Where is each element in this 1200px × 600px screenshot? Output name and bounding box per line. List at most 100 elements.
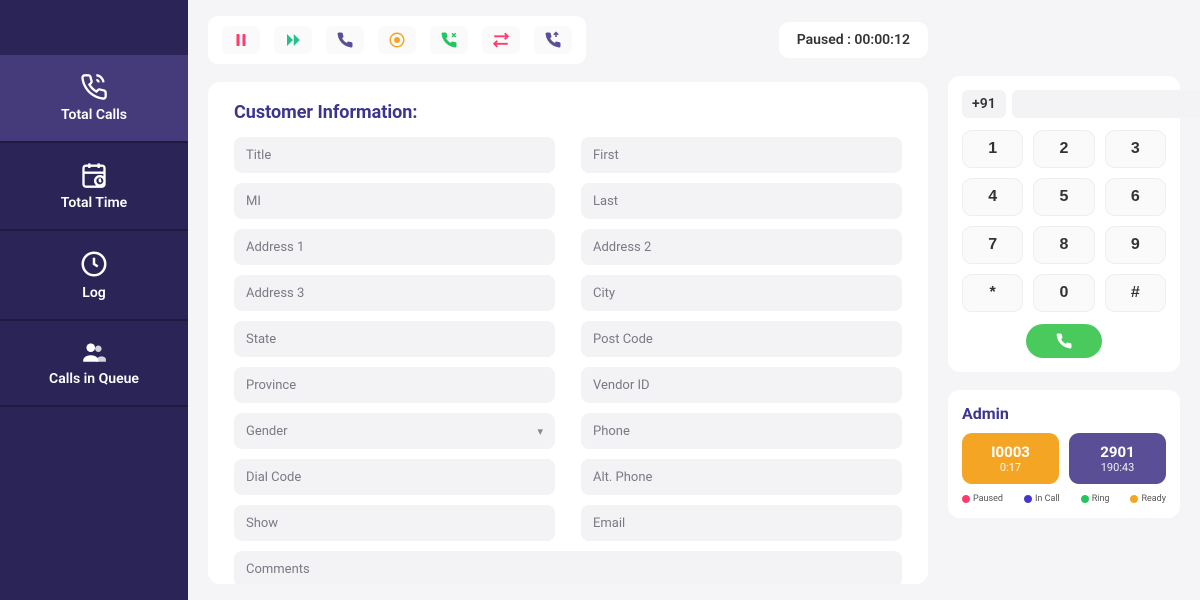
label-vendor-id: Vendor ID xyxy=(593,378,890,393)
dial-key-9[interactable]: 9 xyxy=(1105,226,1166,264)
label-address3: Address 3 xyxy=(246,286,543,301)
dial-key-1[interactable]: 1 xyxy=(962,130,1023,168)
field-dial-code[interactable]: Dial Code xyxy=(234,459,555,495)
incoming-button[interactable] xyxy=(534,26,572,54)
field-vendor-id[interactable]: Vendor ID xyxy=(581,367,902,403)
dialpad: +91 1 2 3 4 5 6 7 8 9 * 0 # xyxy=(948,76,1180,372)
legend-label: In Call xyxy=(1035,494,1060,504)
field-gender[interactable]: Gender▾ xyxy=(234,413,555,449)
legend-incall: In Call xyxy=(1024,494,1060,504)
sidebar-item-log[interactable]: Log xyxy=(0,231,188,321)
dial-grid: 1 2 3 4 5 6 7 8 9 * 0 # xyxy=(962,130,1166,312)
field-address2[interactable]: Address 2 xyxy=(581,229,902,265)
field-province[interactable]: Province xyxy=(234,367,555,403)
field-state[interactable]: State xyxy=(234,321,555,357)
toolbar-row: Paused : 00:00:12 xyxy=(208,16,928,64)
dial-key-0[interactable]: 0 xyxy=(1033,274,1094,312)
sidebar-item-calls-in-queue[interactable]: Calls in Queue xyxy=(0,321,188,407)
label-first: First xyxy=(593,148,890,163)
label-phone: Phone xyxy=(593,424,890,439)
dial-input-row: +91 xyxy=(962,90,1166,118)
label-dial-code: Dial Code xyxy=(246,470,543,485)
dial-key-7[interactable]: 7 xyxy=(962,226,1023,264)
label-mi: MI xyxy=(246,194,543,209)
field-phone[interactable]: Phone xyxy=(581,413,902,449)
transfer-button[interactable] xyxy=(326,26,364,54)
sidebar-item-label: Calls in Queue xyxy=(49,371,139,387)
legend-row: Paused In Call Ring Ready xyxy=(962,494,1166,504)
stat-sub: 190:43 xyxy=(1079,461,1156,474)
swap-button[interactable] xyxy=(482,26,520,54)
field-last[interactable]: Last xyxy=(581,183,902,219)
calendar-clock-icon xyxy=(78,161,110,189)
customer-form: Customer Information: Title First MI Las… xyxy=(208,82,928,584)
users-icon xyxy=(78,339,110,365)
sidebar: Total Calls Total Time Log Calls in Queu… xyxy=(0,0,188,600)
field-first[interactable]: First xyxy=(581,137,902,173)
legend-ring: Ring xyxy=(1081,494,1110,504)
dial-key-8[interactable]: 8 xyxy=(1033,226,1094,264)
dial-key-3[interactable]: 3 xyxy=(1105,130,1166,168)
stat-value: 2901 xyxy=(1079,443,1156,461)
label-alt-phone: Alt. Phone xyxy=(593,470,890,485)
stat-card-2[interactable]: 2901 190:43 xyxy=(1069,433,1166,484)
sidebar-item-total-time[interactable]: Total Time xyxy=(0,143,188,231)
stat-card-1[interactable]: I0003 0:17 xyxy=(962,433,1059,484)
call-button[interactable] xyxy=(1026,324,1102,358)
field-address1[interactable]: Address 1 xyxy=(234,229,555,265)
admin-title: Admin xyxy=(962,404,1166,423)
dot-icon xyxy=(1081,495,1089,503)
field-mi[interactable]: MI xyxy=(234,183,555,219)
label-state: State xyxy=(246,332,543,347)
label-city: City xyxy=(593,286,890,301)
field-email[interactable]: Email xyxy=(581,505,902,541)
country-code[interactable]: +91 xyxy=(962,90,1006,118)
legend-label: Paused xyxy=(973,494,1003,504)
phone-icon xyxy=(1055,332,1073,350)
field-address3[interactable]: Address 3 xyxy=(234,275,555,311)
hangup-button[interactable] xyxy=(430,26,468,54)
label-comments: Comments xyxy=(246,562,890,577)
phone-incoming-icon xyxy=(544,31,562,49)
dial-key-6[interactable]: 6 xyxy=(1105,178,1166,216)
form-grid: Title First MI Last Address 1 Address 2 … xyxy=(234,137,902,584)
legend-label: Ring xyxy=(1092,494,1110,504)
dial-key-4[interactable]: 4 xyxy=(962,178,1023,216)
right-column: +91 1 2 3 4 5 6 7 8 9 * 0 # Admin xyxy=(948,76,1180,584)
field-show[interactable]: Show xyxy=(234,505,555,541)
label-title: Title xyxy=(246,148,543,163)
field-postcode[interactable]: Post Code xyxy=(581,321,902,357)
label-address2: Address 2 xyxy=(593,240,890,255)
dial-number-input[interactable] xyxy=(1012,90,1200,118)
status-badge: Paused : 00:00:12 xyxy=(779,22,928,58)
clock-icon xyxy=(79,249,109,279)
field-comments[interactable]: Comments xyxy=(234,551,902,584)
sidebar-item-label: Total Calls xyxy=(61,107,127,123)
form-title: Customer Information: xyxy=(234,102,902,123)
phone-transfer-icon xyxy=(336,31,354,49)
legend-paused: Paused xyxy=(962,494,1003,504)
record-button[interactable] xyxy=(378,26,416,54)
legend-ready: Ready xyxy=(1130,494,1166,504)
record-icon xyxy=(388,31,406,49)
dial-key-5[interactable]: 5 xyxy=(1033,178,1094,216)
phone-ringing-icon xyxy=(78,73,110,101)
skip-button[interactable] xyxy=(274,26,312,54)
label-gender: Gender xyxy=(246,424,537,439)
label-show: Show xyxy=(246,516,543,531)
field-city[interactable]: City xyxy=(581,275,902,311)
field-title[interactable]: Title xyxy=(234,137,555,173)
dial-key-2[interactable]: 2 xyxy=(1033,130,1094,168)
legend-label: Ready xyxy=(1141,494,1166,504)
label-email: Email xyxy=(593,516,890,531)
dot-icon xyxy=(962,495,970,503)
pause-icon xyxy=(232,31,250,49)
dial-key-star[interactable]: * xyxy=(962,274,1023,312)
chevron-down-icon: ▾ xyxy=(537,425,543,438)
dot-icon xyxy=(1130,495,1138,503)
dial-key-hash[interactable]: # xyxy=(1105,274,1166,312)
pause-button[interactable] xyxy=(222,26,260,54)
main-area: Paused : 00:00:12 Customer Information: … xyxy=(188,0,1200,600)
sidebar-item-total-calls[interactable]: Total Calls xyxy=(0,55,188,143)
field-alt-phone[interactable]: Alt. Phone xyxy=(581,459,902,495)
